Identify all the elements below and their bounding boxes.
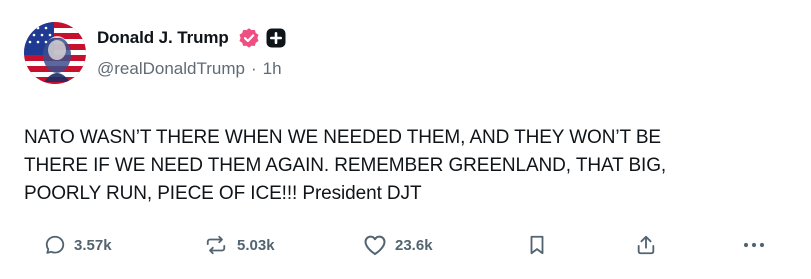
comment-icon	[45, 235, 65, 254]
reply-button[interactable]: 3.57k	[44, 231, 112, 259]
avatar-image	[24, 22, 86, 84]
author-name-row: Donald J. Trump	[97, 26, 286, 50]
avatar[interactable]	[24, 22, 86, 84]
share-button[interactable]	[635, 231, 657, 259]
verified-badge-icon	[239, 28, 259, 48]
more-options-button[interactable]	[742, 231, 766, 259]
post-timestamp[interactable]: 1h	[263, 59, 282, 79]
bookmark-button[interactable]	[528, 231, 546, 259]
reply-count: 3.57k	[74, 236, 112, 254]
action-bar: 3.57k 5.03k 23.6k	[0, 231, 811, 259]
author-meta-row: @realDonaldTrump · 1h	[97, 59, 282, 79]
like-count: 23.6k	[395, 236, 433, 254]
like-button[interactable]: 23.6k	[363, 231, 433, 259]
meta-separator: ·	[250, 59, 257, 78]
bookmark-icon	[530, 235, 544, 255]
post-body-line: NATO WASN’T THERE WHEN WE NEEDED THEM, A…	[24, 127, 661, 148]
post-card: Donald J. Trump @realDonaldTrump · 1h NA…	[0, 0, 811, 279]
repost-count: 5.03k	[237, 236, 275, 254]
repost-icon	[206, 235, 226, 255]
post-body-line: THERE IF WE NEED THEM AGAIN. REMEMBER GR…	[24, 155, 667, 176]
share-icon	[637, 235, 655, 255]
more-icon	[743, 242, 765, 248]
author-display-name[interactable]: Donald J. Trump	[97, 28, 229, 48]
plus-badge-icon	[266, 28, 286, 48]
post-body-line: POORLY RUN, PIECE OF ICE!!! President DJ…	[24, 183, 422, 204]
post-body: NATO WASN’T THERE WHEN WE NEEDED THEM, A…	[24, 124, 784, 208]
repost-button[interactable]: 5.03k	[203, 231, 275, 259]
heart-icon	[364, 235, 386, 255]
author-handle[interactable]: @realDonaldTrump	[97, 59, 245, 79]
